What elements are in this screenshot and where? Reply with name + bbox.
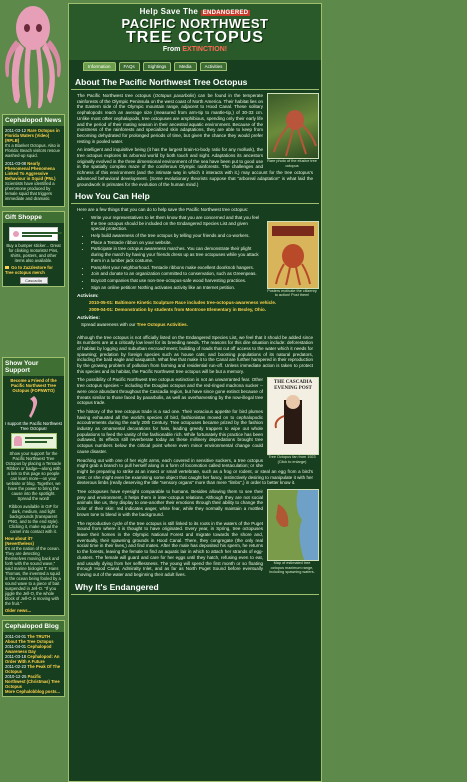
support-badge[interactable] (10, 433, 57, 449)
news-desc: Scientists have identified a pheromone p… (5, 181, 55, 201)
support-text: Show your support for the Pacific Northw… (5, 451, 62, 501)
header-help: Help Save The ENDANGERED (69, 4, 321, 16)
list-item: Help build awareness of the tree octopus… (91, 233, 261, 239)
left-sidebar: Cephalopod News 2011-03-12 Rare Octopus … (0, 0, 67, 780)
list-item: Pamphlet your neighborhood. Tentacle rib… (91, 265, 261, 271)
help-heading: How You Can Help (71, 189, 319, 205)
header-title-line2: TREE OCTOPUS (126, 29, 264, 46)
header-help-text: Help Save The (139, 7, 199, 16)
list-item: Participate in tree octopus awareness ma… (91, 246, 261, 263)
news-item: 2011-03-08 Nearly Phenomenal Phenomena L… (5, 161, 62, 201)
blog-item: 2011-04-01 The TRUTH About The Tree Octo… (5, 634, 62, 644)
range-map[interactable] (267, 489, 319, 562)
news-heading: Cephalopod News (3, 115, 64, 126)
octopus-photo-caption: Rare photo of the elusive tree octopus (267, 159, 317, 168)
activities-label: Activities: (77, 315, 100, 321)
blog-item: 2010-12-25 Pacific Northwest (Christmas)… (5, 674, 62, 689)
activities-text-prefix: Spread awareness with our (81, 321, 136, 327)
nav-tabs: Information FAQs Sightings Media Activit… (69, 60, 321, 73)
shop-link[interactable]: Go to Zazzlestore for Tree octopus merch (5, 265, 62, 275)
activism-item: 2010-05-01: Baltimore Kinetic Sculpture … (69, 299, 321, 306)
blog-item: More Cephalobblog posts... (5, 689, 62, 694)
species-name: Octopus paxarbolis (154, 93, 195, 98)
activities-link[interactable]: Tree Octopus Activities. (137, 322, 188, 327)
newspaper-caption: Tree Octopus fan from 1923 (Click to enl… (268, 455, 316, 464)
blog-item: 2011-03-18 Cephalopod: An Order With A F… (5, 654, 62, 664)
list-item: Place a Tentacle ribbon on your website. (91, 240, 261, 246)
site-header: Help Save The ENDANGERED PACIFIC NORTHWE… (69, 4, 321, 60)
activism-date: 2009-04-01: (89, 307, 114, 313)
news-box: Cephalopod News 2011-03-12 Rare Octopus … (2, 114, 65, 207)
about-p1-a: The Pacific Northwest tree octopus ( (77, 93, 155, 98)
news-item: 2011-03-12 Rare Octopus in Florida Water… (5, 128, 62, 158)
activism-date: 2010-05-01: (89, 300, 114, 306)
blog-heading: Cephalopod Blog (3, 621, 64, 632)
shop-heading: Gift Shoppe (3, 212, 64, 223)
endangered-paragraph-1: Although the tree octopus is not officia… (77, 334, 313, 374)
ribbon-text: Ribbon available in GIF for dark, medium… (8, 504, 59, 534)
older-news-link[interactable]: Older news... (5, 608, 62, 613)
blog-item: 2011-02-23 The Peak Of The Octopus (5, 664, 62, 674)
header-from: From EXTINCTION! (69, 46, 321, 53)
support-box: Show Your Support Become a Friend of the… (2, 357, 65, 616)
header-extinction: EXTINCTION! (182, 46, 228, 53)
poster-caption: Posters motivate the citizenry to action… (267, 288, 317, 298)
activism-item: 2009-04-01: Demonstration by students fr… (69, 306, 321, 313)
list-item: Join and donate to an organization commi… (91, 271, 261, 277)
poster-figure: Posters motivate the citizenry to action… (267, 220, 319, 298)
main-content: Help Save The ENDANGERED PACIFIC NORTHWE… (68, 3, 322, 782)
map-figure: Map of estimated tree octopus maximum ra… (267, 489, 319, 575)
blog-item: 2011-04-01 Cephalopod Awareness Day (5, 644, 62, 654)
list-item: Sign an online petition! Nothing activat… (91, 285, 261, 291)
activism-link[interactable]: Baltimore Kinetic Sculpture Race include… (115, 300, 276, 305)
blog-box: Cephalopod Blog 2011-04-01 The TRUTH Abo… (2, 620, 65, 697)
squid-news-text: It's at the nation of the ocean. They ar… (5, 546, 61, 606)
squid-news-link[interactable]: How about it? (Nevertheless) (5, 536, 62, 546)
shop-text: Buy a bumper sticker... Great for clinki… (6, 243, 61, 263)
tab-faqs[interactable]: FAQs (118, 62, 140, 71)
about-heading: About The Pacific Northwest Tree Octopus (71, 75, 319, 90)
shop-link-text[interactable]: Go to Zazzlestore for Tree octopus merch (5, 265, 53, 275)
poster-image[interactable] (267, 220, 319, 289)
cascadia-badge-text: Cascadia (25, 278, 42, 283)
news-desc: It's a Blanket Octopus. Also in Florida:… (5, 143, 61, 158)
shop-box: Gift Shoppe Buy a bumper sticker... Grea… (2, 211, 65, 287)
octopus-photo[interactable] (267, 93, 319, 159)
activities-text: Spread awareness with our Tree Octopus A… (69, 321, 321, 328)
cascadia-badge[interactable]: Cascadia (19, 277, 48, 284)
help-intro: Here are a few things that you can do to… (77, 207, 249, 213)
newspaper-image[interactable]: THE CASCADIA EVENING POST (267, 377, 319, 456)
cart-icon (5, 266, 9, 269)
octopus-photo-figure: Rare photo of the elusive tree octopus (267, 93, 319, 168)
list-item: Write your representatives to let them k… (91, 215, 261, 232)
fopnwto-link[interactable]: Become a Friend of the Pacific Northwest… (5, 378, 62, 393)
sticker-image[interactable] (9, 227, 62, 241)
header-from-word: From (162, 46, 181, 53)
right-background (321, 0, 467, 780)
tab-media[interactable]: Media (174, 62, 197, 71)
newspaper-title: THE CASCADIA EVENING POST (273, 380, 313, 392)
map-caption: Map of estimated tree octopus maximum ra… (269, 561, 315, 575)
tab-activities[interactable]: Activities (199, 62, 228, 71)
tab-sightings[interactable]: Sightings (142, 62, 172, 71)
tab-information[interactable]: Information (83, 62, 116, 71)
tentacle-ribbon-icon[interactable] (28, 395, 40, 419)
list-item: Boycott companies that use non-tree-octo… (91, 278, 261, 284)
about-p1-c: ) can be found in the temperate rainfore… (77, 93, 264, 144)
activism-link[interactable]: Demonstration by students from Montrose … (115, 307, 266, 312)
why-endangered-heading: Why It's Endangered (71, 580, 319, 595)
support-badge-text: I support the Pacific Northwest Tree Oct… (5, 421, 62, 431)
support-heading: Show Your Support (3, 358, 64, 376)
blog-more-link[interactable]: More Cephalobblog posts... (5, 689, 60, 694)
octopus-logo (0, 0, 67, 112)
newspaper-figure: THE CASCADIA EVENING POST Tree Octopus f… (267, 377, 319, 464)
